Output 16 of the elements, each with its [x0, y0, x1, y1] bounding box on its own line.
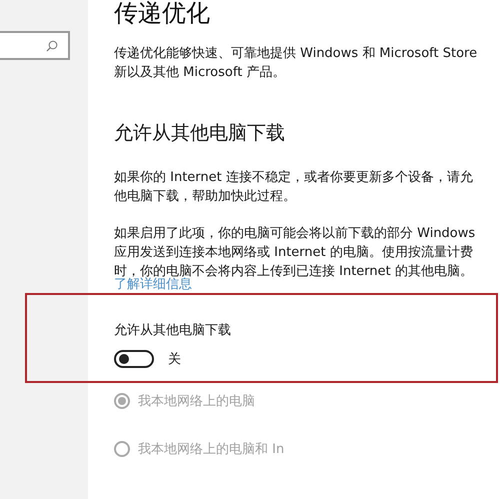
search-field[interactable]	[0, 31, 70, 60]
learn-more-link[interactable]: 了解详细信息	[114, 277, 192, 292]
section-heading: 允许从其他电脑下载	[114, 121, 286, 146]
text-line: 新以及其他 Microsoft 产品。	[114, 64, 286, 82]
toggle-state: 关	[168, 351, 181, 368]
text-line: 应用发送到连接本地网络或 Internet 的电脑。使用按流量计费	[114, 244, 474, 262]
text-line: 传递优化能够快速、可靠地提供 Windows 和 Microsoft Store	[114, 45, 478, 63]
text-line: 如果你的 Internet 连接不稳定，或者你要更新多个设备，请允	[114, 169, 474, 187]
text-line: 他电脑下载，帮助加快此过程。	[114, 188, 297, 206]
search-icon	[46, 40, 58, 52]
radio-label: 我本地网络上的电脑	[138, 393, 255, 410]
text-line: 如果启用了此项，你的电脑可能会将以前下载的部分 Windows	[114, 225, 476, 243]
toggle-label: 允许从其他电脑下载	[114, 322, 232, 340]
radio-label: 我本地网络上的电脑和 In	[138, 441, 284, 458]
toggle-switch[interactable]	[114, 350, 154, 368]
page-title: 传递优化	[114, 0, 210, 26]
